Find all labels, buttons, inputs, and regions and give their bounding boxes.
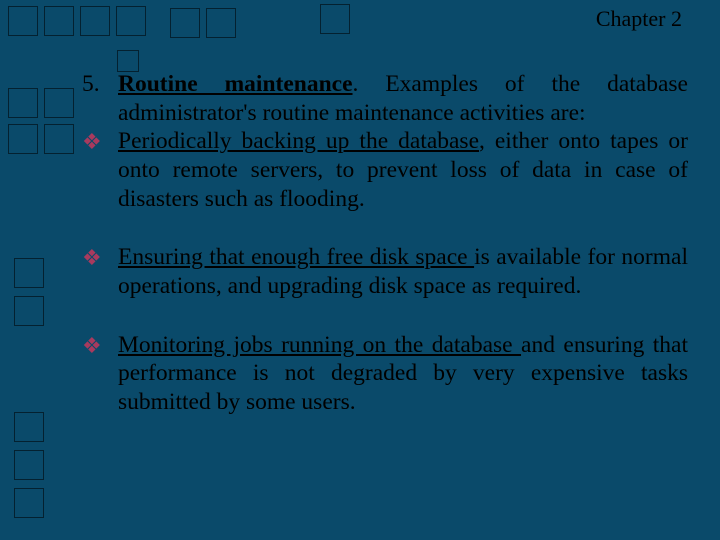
item-title-underline: Routine maintenance [118, 71, 353, 97]
bullet-body: Monitoring jobs running on the database … [118, 331, 688, 417]
bullet-item: ❖ Periodically backing up the database, … [82, 127, 688, 213]
deco-square [14, 258, 44, 288]
deco-square [44, 88, 74, 118]
spacer [82, 213, 688, 243]
diamond-icon: ❖ [82, 331, 118, 360]
deco-square [8, 124, 38, 154]
spacer [82, 301, 688, 331]
deco-square [116, 6, 146, 36]
bullet-body: Ensuring that enough free disk space is … [118, 243, 688, 300]
bullet-body: Periodically backing up the database, ei… [118, 127, 688, 213]
deco-square [14, 450, 44, 480]
bullet-item: ❖ Monitoring jobs running on the databas… [82, 331, 688, 417]
deco-square [206, 8, 236, 38]
deco-square [117, 50, 139, 72]
deco-square [14, 412, 44, 442]
deco-square [44, 6, 74, 36]
deco-square [8, 6, 38, 36]
slide-content: 5. Routine maintenance. Examples of the … [82, 70, 688, 417]
bullet-lead-underline: Monitoring jobs running on the database [118, 332, 521, 358]
list-item-numbered: 5. Routine maintenance. Examples of the … [82, 70, 688, 127]
deco-square [14, 488, 44, 518]
bullet-item: ❖ Ensuring that enough free disk space i… [82, 243, 688, 300]
slide: Chapter 2 5. Routine maintenance. Exampl… [0, 0, 720, 540]
deco-square [8, 88, 38, 118]
bullet-lead-underline: Ensuring that enough free disk space [118, 244, 474, 270]
deco-square [170, 8, 200, 38]
deco-square [320, 4, 350, 34]
diamond-icon: ❖ [82, 243, 118, 272]
deco-square [44, 124, 74, 154]
diamond-icon: ❖ [82, 127, 118, 156]
list-number: 5. [82, 70, 118, 99]
deco-square [80, 6, 110, 36]
chapter-label: Chapter 2 [596, 6, 682, 32]
deco-square [14, 296, 44, 326]
list-body: Routine maintenance. Examples of the dat… [118, 70, 688, 127]
bullet-lead-underline: Periodically backing up the database [118, 128, 479, 154]
